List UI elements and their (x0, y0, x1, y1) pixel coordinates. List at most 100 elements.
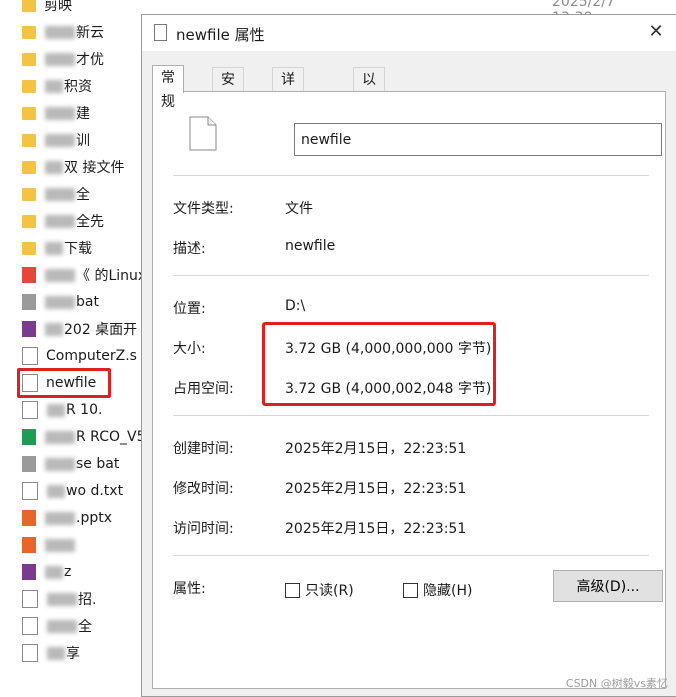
folder-icon (22, 161, 36, 174)
folder-icon (22, 242, 36, 255)
newfile-highlight-box (17, 368, 111, 398)
file-list-item[interactable]: 全先 (22, 210, 104, 232)
folder-icon (22, 53, 36, 66)
file-icon (22, 564, 36, 580)
file-list-item[interactable]: 全 (22, 615, 92, 637)
file-list-item[interactable]: R RCO_V5.3 (22, 426, 159, 448)
blurred-text (45, 268, 75, 282)
file-list-item[interactable]: ComputerZ.s (22, 345, 137, 367)
file-icon (22, 590, 38, 608)
blurred-text (47, 619, 77, 633)
file-list-item[interactable]: 剪映 (22, 0, 72, 16)
file-icon (22, 456, 36, 472)
file-list-item[interactable]: 《 的Linux (22, 264, 146, 286)
file-icon (22, 510, 36, 526)
file-icon (22, 429, 36, 445)
accessed-value: 2025年2月15日，22:23:51 (285, 521, 467, 537)
folder-icon (22, 107, 36, 120)
file-list-item[interactable]: 招. (22, 588, 96, 610)
file-icon (22, 267, 36, 283)
tab-details[interactable]: 详细信息 (272, 67, 304, 160)
file-name: 202 桌面开 (64, 322, 138, 338)
blurred-text (45, 106, 75, 120)
tab-previous-versions[interactable]: 以前的版本 (353, 67, 385, 184)
description-label: 描述: (173, 241, 206, 257)
file-list-item[interactable]: wo d.txt (22, 480, 123, 502)
blurred-text (45, 457, 75, 471)
file-list-item[interactable]: 积资 (22, 75, 92, 97)
file-list-item[interactable]: 双 接文件 (22, 156, 124, 178)
close-icon[interactable]: ✕ (644, 21, 668, 42)
dialog-title: newfile 属性 (176, 26, 265, 44)
blurred-text (45, 133, 75, 147)
divider (173, 275, 649, 276)
readonly-label: 只读(R) (305, 583, 354, 599)
size-on-disk-label: 占用空间: (173, 381, 234, 397)
file-icon (22, 482, 38, 500)
file-list-item[interactable]: 享 (22, 642, 80, 664)
attributes-label: 属性: (173, 581, 206, 597)
file-list-item[interactable]: se bat (22, 453, 119, 475)
file-name: 招. (78, 592, 97, 608)
file-list-item[interactable]: bat (22, 291, 99, 313)
file-icon (22, 537, 36, 553)
file-list-item[interactable]: R 10. (22, 399, 102, 421)
file-name: 下载 (64, 241, 92, 257)
file-name: wo d.txt (66, 483, 124, 499)
size-highlight-box (262, 322, 496, 406)
file-list-item[interactable]: .pptx (22, 507, 112, 529)
explorer-file-list: 2025/2/7 13:38 剪映新云才优积资建训双 接文件全全先下载《 的Li… (0, 0, 615, 697)
location-label: 位置: (173, 301, 206, 317)
blurred-text (45, 214, 75, 228)
file-name: 全 (76, 187, 90, 203)
checkbox-box[interactable] (285, 582, 300, 598)
readonly-checkbox[interactable]: 只读(R) (285, 580, 354, 600)
file-type-value: 文件 (285, 201, 313, 217)
file-name: R 10. (66, 402, 103, 418)
folder-icon (22, 80, 36, 93)
folder-icon (22, 188, 36, 201)
folder-icon (22, 26, 36, 39)
blurred-text (45, 538, 75, 552)
file-icon (22, 617, 38, 635)
file-icon (189, 116, 217, 151)
blurred-text (45, 430, 75, 444)
file-list-item[interactable]: 训 (22, 129, 90, 151)
file-icon (22, 321, 36, 337)
file-name: .pptx (76, 510, 112, 526)
file-name: 训 (76, 133, 90, 149)
location-value: D:\ (285, 298, 306, 314)
file-type-label: 文件类型: (173, 201, 234, 217)
checkbox-box[interactable] (403, 582, 418, 598)
modified-value: 2025年2月15日，22:23:51 (285, 481, 467, 497)
title-bar: newfile 属性 ✕ (142, 15, 676, 51)
file-list-item[interactable]: z (22, 561, 71, 583)
created-label: 创建时间: (173, 441, 234, 457)
file-list-item[interactable]: 新云 (22, 21, 104, 43)
file-list-item[interactable]: 全 (22, 183, 90, 205)
file-name: 全 (78, 619, 92, 635)
blurred-text (45, 322, 63, 336)
file-list-item[interactable]: 建 (22, 102, 90, 124)
hidden-checkbox[interactable]: 隐藏(H) (403, 580, 472, 600)
blurred-text (45, 295, 75, 309)
blurred-text (47, 484, 65, 498)
file-name: bat (76, 294, 99, 310)
tab-security[interactable]: 安全 (212, 67, 244, 112)
blurred-text (45, 160, 63, 174)
advanced-button[interactable]: 高级(D)... (553, 570, 663, 602)
file-icon (22, 401, 38, 419)
file-list-item[interactable]: 下载 (22, 237, 92, 259)
blurred-text (45, 241, 63, 255)
accessed-label: 访问时间: (173, 521, 234, 537)
file-list-item[interactable]: 才优 (22, 48, 104, 70)
file-name: 双 接文件 (64, 160, 125, 176)
file-list-item[interactable]: 202 桌面开 (22, 318, 137, 340)
file-name: 剪映 (44, 0, 72, 14)
blurred-text (47, 403, 65, 417)
file-icon (22, 347, 38, 365)
file-name: 才优 (76, 52, 104, 68)
file-list-item[interactable] (22, 534, 76, 556)
tab-general[interactable]: 常规 (152, 65, 184, 110)
file-name-input[interactable] (294, 123, 662, 156)
